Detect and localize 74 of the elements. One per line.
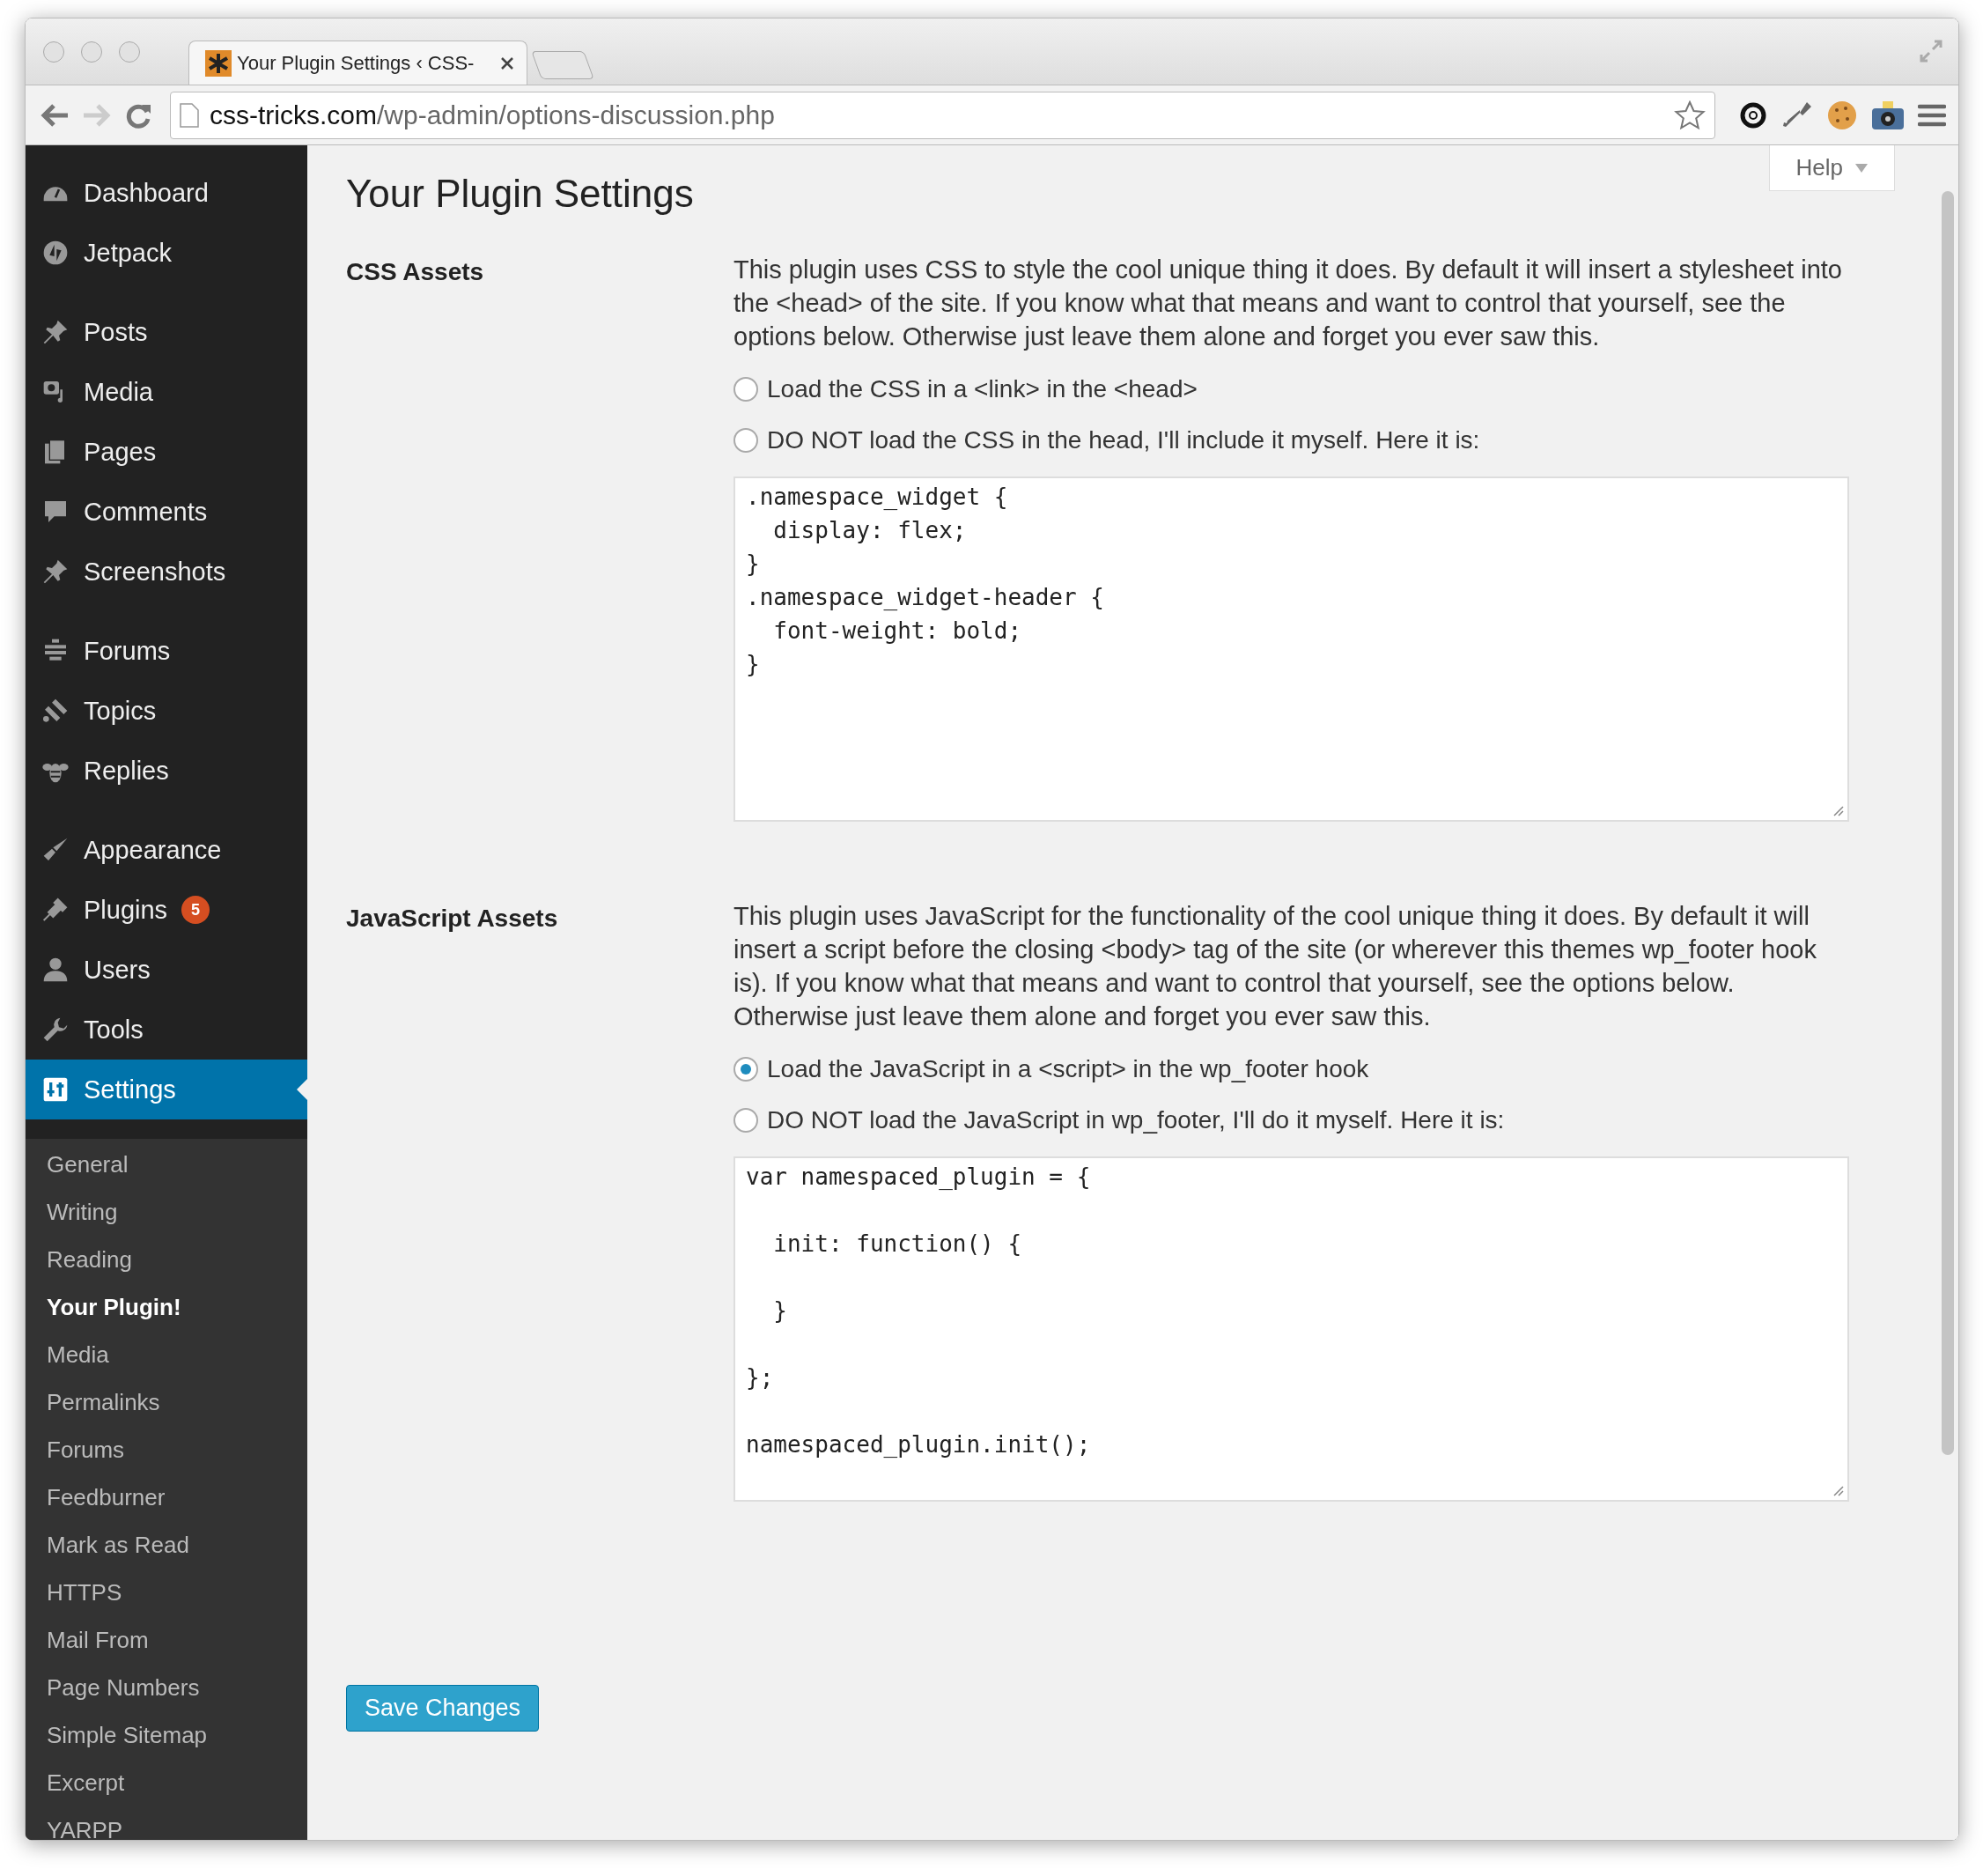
sidebar-menu-item[interactable]: Jetpack xyxy=(26,223,307,283)
submenu-item[interactable]: YARPP xyxy=(26,1806,307,1840)
page-icon xyxy=(180,102,199,128)
radio-button[interactable] xyxy=(733,377,758,402)
submenu-item[interactable]: Feedburner xyxy=(26,1473,307,1521)
settings-icon xyxy=(41,1075,70,1104)
update-count-badge: 5 xyxy=(181,896,210,924)
sidebar-menu-item[interactable]: Forums xyxy=(26,621,307,681)
sidebar-menu-item[interactable]: Pages xyxy=(26,422,307,482)
back-icon[interactable] xyxy=(40,101,70,129)
submenu-item[interactable]: Permalinks xyxy=(26,1378,307,1426)
submenu-item[interactable]: Mark as Read xyxy=(26,1521,307,1569)
page-title: Your Plugin Settings xyxy=(346,172,695,216)
section-description: This plugin uses CSS to style the cool unique thing it does. By default it will insert a stylesheet into the <head> of the site. If you know what that means and want to control that yourself, see the options below. Otherwise just leave them alone and forget you ever saw this. xyxy=(733,255,1843,352)
submenu-item[interactable]: Mail From xyxy=(26,1616,307,1664)
resize-handle-icon[interactable] xyxy=(1832,1484,1844,1496)
pin-icon xyxy=(41,558,70,586)
favicon-icon xyxy=(205,49,232,77)
camera-icon[interactable] xyxy=(1870,99,1906,131)
sidebar-menu-item[interactable]: Appearance xyxy=(26,820,307,880)
wrench-icon xyxy=(41,1016,70,1044)
tab-title: Your Plugin Settings ‹ CSS- xyxy=(237,51,475,75)
user-icon xyxy=(41,956,70,984)
section-description: This plugin uses JavaScript for the functionality of the cool unique thing it does. By default it will insert a script before the closing <body> tag of the site (or wherever this themes wp_footer hook is). If you know what that means and want to control that yourself, see the options below. Otherwise just leave them alone and forget you ever saw this. xyxy=(733,901,1817,1032)
submenu-item[interactable]: Simple Sitemap xyxy=(26,1711,307,1759)
star-icon[interactable] xyxy=(1674,100,1706,130)
sidebar-menu-item[interactable]: Users xyxy=(26,940,307,1000)
scrollbar-thumb[interactable] xyxy=(1942,191,1954,1455)
submenu-item[interactable]: Your Plugin! xyxy=(26,1283,307,1331)
section-label: CSS Assets xyxy=(346,257,485,287)
submenu-item[interactable]: General xyxy=(26,1141,307,1188)
help-button[interactable]: Help xyxy=(1768,145,1895,191)
submenu-item[interactable]: Forums xyxy=(26,1426,307,1473)
browser-tab[interactable]: Your Plugin Settings ‹ CSS- xyxy=(188,41,527,85)
sidebar-menu-item[interactable]: Tools xyxy=(26,1000,307,1060)
radio-button[interactable] xyxy=(733,1108,758,1133)
sidebar-menu-item[interactable]: Dashboard xyxy=(26,163,307,223)
code-textarea[interactable]: var namespaced_plugin = { init: function() { } }; namespaced_plugin.init(); xyxy=(733,1156,1849,1502)
sidebar-menu-item[interactable]: Topics xyxy=(26,681,307,741)
radio-label[interactable]: DO NOT load the CSS in the head, I'll include it myself. Here it is: xyxy=(767,426,1480,454)
radio-label[interactable]: Load the JavaScript in a <script> in the wp_footer hook xyxy=(767,1055,1369,1083)
radio-button[interactable] xyxy=(733,428,758,453)
section-label: JavaScript Assets xyxy=(346,904,559,934)
submenu-item[interactable]: Page Numbers xyxy=(26,1664,307,1711)
sidebar-menu-item[interactable]: Media xyxy=(26,362,307,422)
resize-handle-icon[interactable] xyxy=(1832,804,1844,816)
radio-button[interactable] xyxy=(733,1057,758,1082)
close-icon[interactable] xyxy=(500,55,514,70)
radio-label[interactable]: Load the CSS in a <link> in the <head> xyxy=(767,375,1198,403)
window-control[interactable] xyxy=(81,41,102,63)
menu-icon[interactable] xyxy=(1918,102,1946,128)
pin-icon xyxy=(41,318,70,346)
code-textarea[interactable]: .namespace_widget { display: flex; } .namespace_widget-header { font-weight: bold; } xyxy=(733,476,1849,822)
cookie-icon[interactable] xyxy=(1826,99,1858,131)
submenu-item[interactable]: Reading xyxy=(26,1236,307,1283)
window-control[interactable] xyxy=(119,41,140,63)
sidebar-menu-item[interactable]: Comments xyxy=(26,482,307,542)
submenu-item[interactable]: Media xyxy=(26,1331,307,1378)
jetpack-icon xyxy=(41,239,70,267)
topics-icon xyxy=(41,697,70,725)
sidebar-menu-item[interactable]: Posts xyxy=(26,302,307,362)
submenu-item[interactable]: HTTPS xyxy=(26,1569,307,1616)
fullscreen-icon[interactable] xyxy=(1918,38,1944,64)
submenu-item[interactable]: Excerpt xyxy=(26,1759,307,1806)
sidebar-menu-item[interactable]: Replies xyxy=(26,741,307,801)
sidebar-menu-item[interactable]: Screenshots xyxy=(26,542,307,602)
sidebar-menu-item[interactable]: Settings xyxy=(26,1060,307,1119)
window-control[interactable] xyxy=(43,41,64,63)
caret-icon xyxy=(1855,163,1868,173)
current-page-pointer xyxy=(297,1079,307,1100)
address-bar[interactable]: css-tricks.com/wp-admin/options-discussion.php xyxy=(170,91,1715,139)
sidebar-menu-item[interactable]: Plugins 5 xyxy=(26,880,307,940)
radio-label[interactable]: DO NOT load the JavaScript in wp_footer, I'll do it myself. Here it is: xyxy=(767,1106,1505,1134)
submenu-item[interactable]: Writing xyxy=(26,1188,307,1236)
